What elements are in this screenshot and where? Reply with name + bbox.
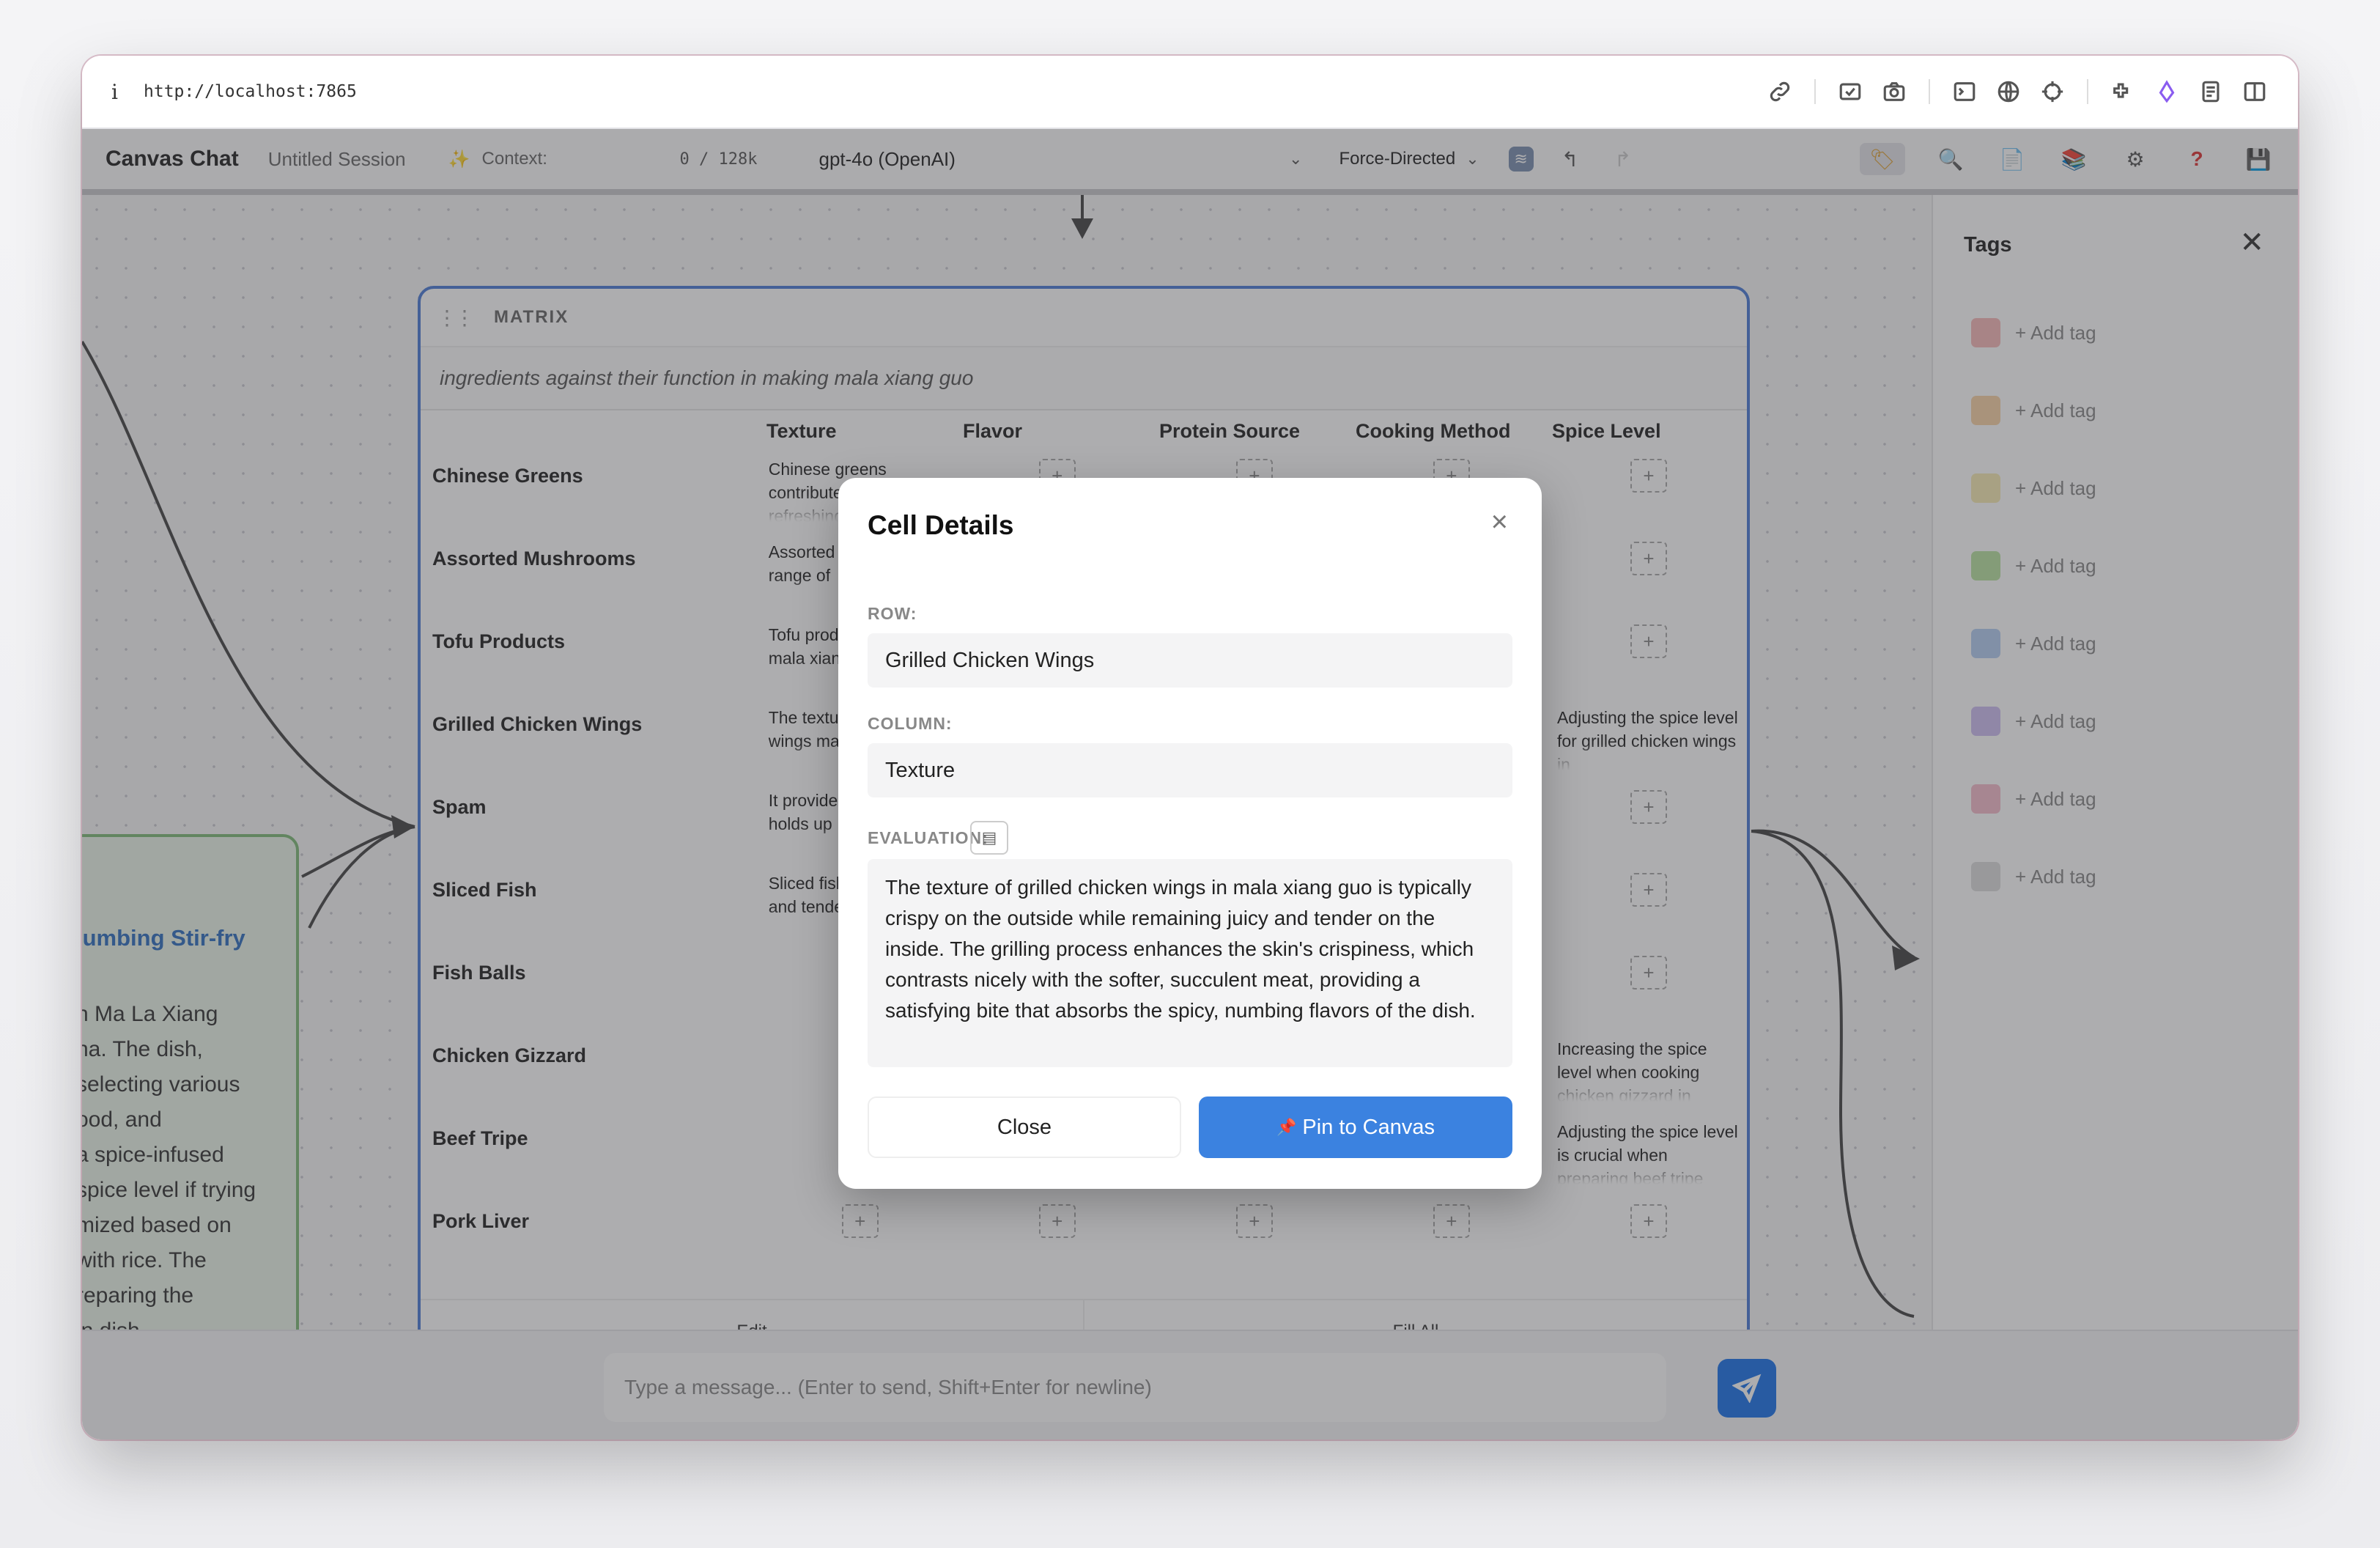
cell-details-modal: Cell Details × ROW: Grilled Chicken Wing… — [838, 478, 1542, 1189]
toolbar-divider — [1929, 79, 1930, 104]
browser-toolbar-icons — [1766, 78, 2269, 106]
link-icon[interactable] — [1766, 78, 1794, 106]
evaluation-text: The texture of grilled chicken wings in … — [868, 859, 1512, 1067]
crosshair-icon[interactable] — [2039, 78, 2066, 106]
toolbar-divider — [2087, 79, 2088, 104]
globe-icon[interactable] — [1995, 78, 2022, 106]
modal-title: Cell Details — [868, 510, 1014, 540]
row-value: Grilled Chicken Wings — [868, 633, 1512, 688]
page-icon[interactable] — [2197, 78, 2225, 106]
copy-icon[interactable]: ▤ — [970, 821, 1008, 855]
column-value: Texture — [868, 743, 1512, 797]
toolbar-divider — [1814, 79, 1816, 104]
column-label: COLUMN: — [868, 714, 953, 733]
extensions-icon[interactable] — [2109, 78, 2137, 106]
canvas-chat-app: Canvas Chat Untitled Session ✨ Context: … — [82, 129, 2298, 1440]
feather-icon[interactable] — [2153, 78, 2181, 106]
pin-icon: 📌 — [1276, 1118, 1297, 1136]
url-field[interactable]: http://localhost:7865 — [144, 82, 357, 101]
site-info-icon[interactable]: i — [111, 80, 144, 104]
row-label: ROW: — [868, 604, 917, 623]
pin-button-label: Pin to Canvas — [1302, 1115, 1435, 1139]
terminal-icon[interactable] — [1951, 78, 1978, 106]
screenshot-icon[interactable] — [1836, 78, 1864, 106]
pin-to-canvas-button[interactable]: 📌 Pin to Canvas — [1199, 1096, 1512, 1158]
close-button[interactable]: Close — [868, 1096, 1181, 1158]
split-view-icon[interactable] — [2241, 78, 2269, 106]
browser-address-bar: i http://localhost:7865 — [82, 56, 2298, 129]
close-icon[interactable]: × — [1491, 506, 1508, 539]
browser-window: i http://localhost:7865 Canvas Chat Unti… — [82, 56, 2298, 1440]
camera-icon[interactable] — [1880, 78, 1908, 106]
